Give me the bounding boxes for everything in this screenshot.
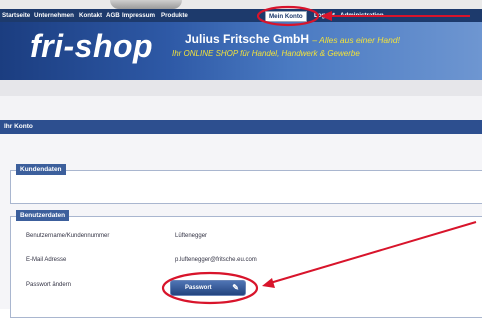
highlight-circle-mein-konto xyxy=(256,5,320,27)
annotation-overlay xyxy=(161,5,477,305)
highlight-circle-password xyxy=(161,271,259,305)
arrowhead-password xyxy=(262,278,275,288)
arrowhead-mein-konto xyxy=(320,11,332,21)
arrow-to-password xyxy=(269,221,477,284)
